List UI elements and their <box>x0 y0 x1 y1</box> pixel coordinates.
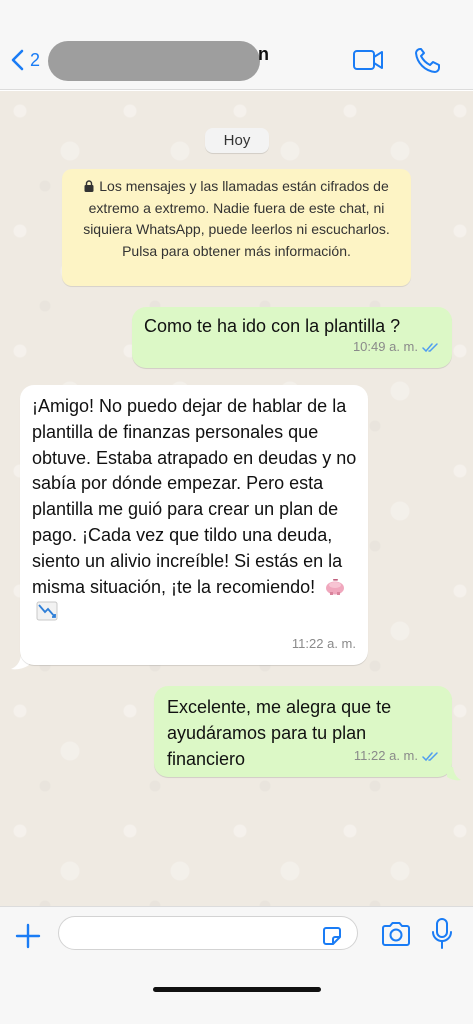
message-outgoing[interactable]: Excelente, me alegra que te ayudáramos p… <box>154 686 452 777</box>
camera-icon[interactable] <box>380 919 412 949</box>
encryption-notice-text: Los mensajes y las llamadas están cifrad… <box>83 178 390 259</box>
chevron-left-icon <box>11 49 24 71</box>
message-outgoing[interactable]: Como te ha ido con la plantilla ? 10:49 … <box>132 307 452 368</box>
message-time: 10:49 a. m. <box>352 339 418 355</box>
lock-icon <box>84 180 94 192</box>
unread-count: 2 <box>30 49 41 70</box>
contact-name[interactable] <box>48 41 260 81</box>
plus-icon[interactable] <box>12 920 44 952</box>
home-indicator[interactable] <box>153 987 321 992</box>
message-incoming[interactable]: ¡Amigo! No puedo dejar de hablar de la p… <box>20 385 368 665</box>
message-time: 11:22 a. m. <box>353 748 418 764</box>
message-meta: 10:49 a. m. <box>353 334 440 360</box>
date-separator: Hoy <box>205 128 269 153</box>
video-call-button[interactable] <box>351 44 385 76</box>
input-bar <box>0 906 473 1024</box>
voice-call-button[interactable] <box>410 44 444 76</box>
encryption-notice[interactable]: Los mensajes y las llamadas están cifrad… <box>62 169 411 286</box>
message-meta: 11:22 a. m. <box>292 631 356 657</box>
phone-icon <box>415 48 440 73</box>
chat-screen: 2 n Hoy Los mensajes y las llamadas está… <box>0 0 473 1024</box>
video-camera-icon <box>353 50 383 70</box>
microphone-icon[interactable] <box>429 917 455 951</box>
chat-area[interactable]: Hoy Los mensajes y las llamadas están ci… <box>0 91 473 906</box>
contact-name-tail: n <box>258 44 269 64</box>
back-button[interactable]: 2 <box>8 44 40 76</box>
message-time: 11:22 a. m. <box>291 636 356 652</box>
chart-decreasing-emoji <box>36 601 58 621</box>
double-check-icon <box>422 751 438 761</box>
message-input[interactable] <box>58 916 358 950</box>
piggy-bank-emoji <box>324 576 346 596</box>
bubble-tail <box>447 767 461 781</box>
sticker-icon[interactable] <box>320 924 344 948</box>
message-text: ¡Amigo! No puedo dejar de hablar de la p… <box>32 396 357 597</box>
message-text: Como te ha ido con la plantilla ? <box>144 316 401 336</box>
chat-header: 2 n <box>0 0 473 90</box>
double-check-icon <box>422 342 438 352</box>
message-meta: 11:22 a. m. <box>354 743 440 769</box>
